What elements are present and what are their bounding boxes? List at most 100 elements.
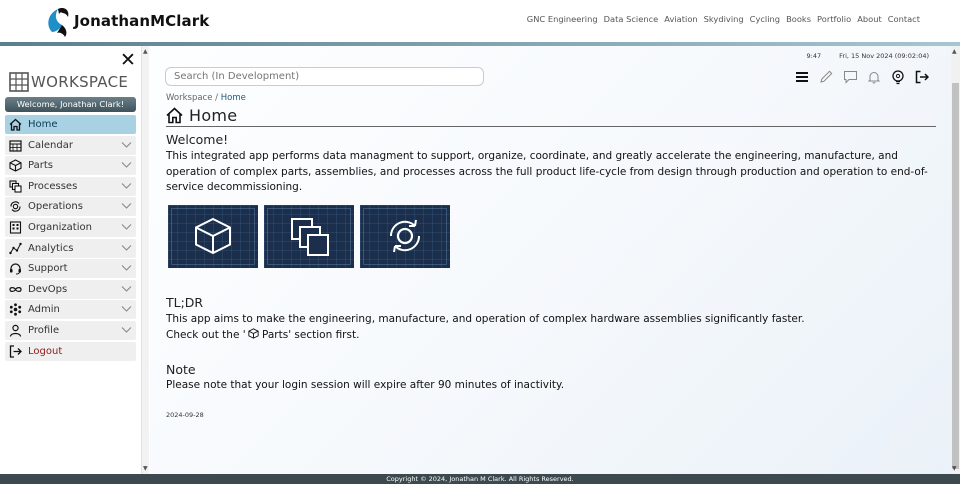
nav-link-skydiving[interactable]: Skydiving	[704, 14, 744, 24]
nav-link-books[interactable]: Books	[786, 14, 811, 24]
nav-link-cycling[interactable]: Cycling	[750, 14, 780, 24]
nav-link-aviation[interactable]: Aviation	[664, 14, 697, 24]
sidebar-item-label: Analytics	[28, 242, 74, 254]
scroll-down-icon[interactable]: ▼	[143, 465, 148, 472]
sidebar-item-label: Support	[28, 263, 68, 275]
chevron-down-icon[interactable]	[121, 161, 132, 169]
table-grid-icon	[9, 72, 29, 92]
logo-text: JonathanMClark	[74, 12, 210, 30]
sidebar-item-profile[interactable]: Profile	[5, 320, 136, 340]
nav-link-about[interactable]: About	[857, 14, 882, 24]
scroll-up-icon[interactable]: ▲	[952, 48, 957, 55]
logout-icon	[9, 344, 22, 358]
main-content: 9:47 Fri, 15 Nov 2024 (09:02:04) Workspa…	[150, 46, 951, 474]
breadcrumb: Workspace / Home	[166, 93, 246, 103]
welcome-badge: Welcome, Jonathan Clark!	[5, 97, 136, 112]
page-date: 2024-09-28	[166, 411, 204, 419]
infinity-icon	[9, 283, 22, 296]
chevron-down-icon[interactable]	[121, 223, 132, 231]
title-divider	[166, 126, 936, 127]
breadcrumb-root[interactable]: Workspace	[166, 93, 212, 103]
sidebar-item-organization[interactable]: Organization	[5, 217, 136, 237]
operations-icon	[9, 200, 22, 213]
breadcrumb-separator: /	[212, 93, 221, 103]
search-input[interactable]	[165, 67, 484, 86]
comment-icon[interactable]	[842, 69, 858, 85]
chevron-down-icon[interactable]	[121, 141, 132, 149]
top-nav: GNC Engineering Data Science Aviation Sk…	[527, 14, 920, 24]
calendar-icon	[9, 139, 22, 152]
top-header: JonathanMClark GNC Engineering Data Scie…	[0, 0, 960, 42]
building-icon	[9, 221, 22, 234]
sidebar-item-label: Operations	[28, 201, 83, 213]
toolbar	[794, 69, 930, 85]
lightbulb-icon[interactable]	[890, 69, 906, 85]
home-icon	[9, 118, 22, 131]
parts-link[interactable]: Parts	[259, 329, 288, 341]
chevron-down-icon[interactable]	[121, 326, 132, 334]
intro-paragraph: This integrated app performs data managm…	[166, 150, 928, 193]
tldr-line-2-pre: Check out the '	[166, 328, 246, 341]
cube-icon	[9, 159, 22, 172]
sidebar-item-admin[interactable]: Admin	[5, 300, 136, 320]
chevron-down-icon[interactable]	[121, 202, 132, 210]
tldr-line-2-post: ' section first.	[288, 328, 360, 341]
logout-icon[interactable]	[914, 69, 930, 85]
chevron-down-icon[interactable]	[121, 182, 132, 190]
cube-icon	[248, 327, 259, 339]
processes-icon	[9, 180, 22, 193]
headset-icon	[9, 262, 22, 275]
nav-link-data-science[interactable]: Data Science	[604, 14, 659, 24]
sidebar-item-label: Processes	[28, 180, 78, 192]
nav-link-portfolio[interactable]: Portfolio	[817, 14, 851, 24]
bell-icon[interactable]	[866, 69, 882, 85]
tldr-line-2: Check out the ' Parts' section first.	[166, 327, 805, 344]
tldr-heading: TL;DR	[166, 295, 204, 310]
analytics-icon	[9, 242, 22, 255]
chevron-down-icon[interactable]	[121, 244, 132, 252]
welcome-heading: Welcome!	[166, 132, 229, 147]
breadcrumb-current[interactable]: Home	[221, 93, 246, 103]
note-paragraph: Please note that your login session will…	[166, 379, 565, 391]
scroll-thumb[interactable]	[952, 83, 959, 469]
sidebar-item-label: DevOps	[28, 283, 68, 295]
sidebar-item-label: Logout	[28, 345, 63, 357]
page-title-text: Home	[189, 106, 238, 125]
parts-tile[interactable]	[168, 205, 258, 268]
scroll-up-icon[interactable]: ▲	[143, 48, 148, 55]
clock-datetime: Fri, 15 Nov 2024 (09:02:04)	[839, 52, 929, 60]
sidebar-item-analytics[interactable]: Analytics	[5, 238, 136, 258]
nav-link-gnc[interactable]: GNC Engineering	[527, 14, 598, 24]
main-scrollbar[interactable]: ▲ ▼	[951, 46, 960, 474]
sidebar-item-logout[interactable]: Logout	[5, 341, 136, 361]
sidebar-item-devops[interactable]: DevOps	[5, 279, 136, 299]
sidebar-item-operations[interactable]: Operations	[5, 197, 136, 217]
close-icon[interactable]: ✕	[120, 51, 136, 70]
sidebar-nav: Home Calendar Parts Processes Operations…	[5, 115, 136, 362]
site-logo[interactable]: JonathanMClark	[44, 4, 209, 38]
pencil-icon[interactable]	[818, 69, 834, 85]
sidebar-item-home[interactable]: Home	[5, 115, 136, 134]
nav-link-contact[interactable]: Contact	[888, 14, 920, 24]
sidebar-item-support[interactable]: Support	[5, 259, 136, 279]
chevron-down-icon[interactable]	[121, 264, 132, 272]
scroll-down-icon[interactable]: ▼	[952, 465, 957, 472]
workspace-title-text: WORKSPACE	[31, 73, 129, 91]
menu-icon[interactable]	[794, 69, 810, 85]
sidebar-item-processes[interactable]: Processes	[5, 176, 136, 196]
operations-tile[interactable]	[360, 205, 450, 268]
chevron-down-icon[interactable]	[121, 285, 132, 293]
sidebar-item-parts[interactable]: Parts	[5, 156, 136, 176]
sidebar: ✕ WORKSPACE Welcome, Jonathan Clark! Hom…	[0, 46, 141, 474]
note-heading: Note	[166, 362, 196, 377]
sidebar-item-label: Organization	[28, 221, 92, 233]
operations-icon	[389, 219, 421, 253]
cube-icon	[195, 217, 231, 255]
sidebar-item-calendar[interactable]: Calendar	[5, 135, 136, 155]
processes-tile[interactable]	[264, 205, 354, 268]
feature-tiles	[168, 205, 450, 268]
page-title: Home	[166, 106, 237, 125]
status-clock: 9:47 Fri, 15 Nov 2024 (09:02:04)	[807, 52, 929, 60]
sidebar-scrollbar[interactable]: ▲ ▼	[141, 46, 149, 474]
chevron-down-icon[interactable]	[121, 305, 132, 313]
